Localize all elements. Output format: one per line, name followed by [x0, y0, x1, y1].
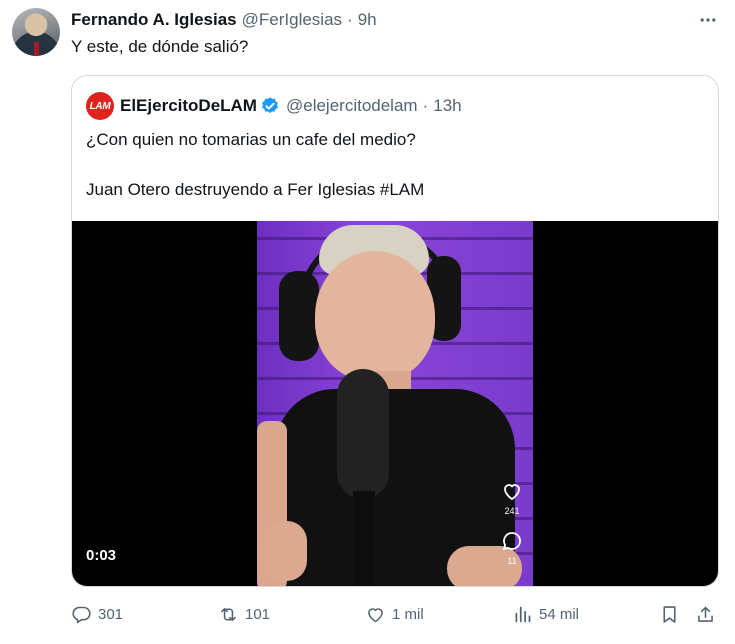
tweet[interactable]: Fernando A. Iglesias @FerIglesias · 9h Y…	[0, 0, 735, 644]
more-options-button[interactable]	[695, 8, 721, 32]
tweet-actions: 301 101 1 mil 54 mil	[71, 600, 721, 628]
quoted-tweet-header: LAM ElEjercitoDeLAM @elejercitodelam · 1…	[86, 92, 462, 120]
tweet-text: Y este, de dónde salió?	[71, 37, 249, 56]
repost-count: 101	[245, 605, 271, 623]
video-elapsed-time: 0:03	[86, 547, 117, 564]
more-icon	[700, 18, 716, 22]
views-button[interactable]: 54 mil	[512, 600, 579, 628]
author-name[interactable]: Fernando A. Iglesias	[71, 10, 237, 30]
quoted-tweet-text-line2: Juan Otero destruyendo a Fer Iglesias #L…	[86, 180, 425, 199]
like-count: 1 mil	[392, 605, 424, 623]
video-like-count: 241	[504, 506, 520, 516]
verified-badge-icon	[262, 97, 278, 114]
bookmark-button[interactable]	[659, 600, 680, 628]
repost-icon	[221, 607, 236, 621]
video-player[interactable]: 241 11 0:03	[72, 221, 718, 586]
tweet-time[interactable]: 9h	[358, 10, 377, 30]
video-frame: 241 11	[257, 221, 533, 586]
views-icon	[515, 606, 531, 622]
like-icon	[368, 607, 383, 622]
like-button[interactable]: 1 mil	[365, 600, 424, 628]
reply-button[interactable]: 301	[71, 600, 123, 628]
author-handle[interactable]: @FerIglesias	[242, 10, 342, 30]
separator: ·	[347, 10, 353, 29]
views-count: 54 mil	[539, 605, 580, 623]
quoted-author-avatar[interactable]: LAM	[86, 92, 114, 120]
share-icon	[698, 606, 713, 622]
video-comment-count: 11	[507, 556, 517, 566]
bookmark-icon	[663, 605, 676, 623]
quoted-tweet-text-line1: ¿Con quien no tomarias un cafe del medio…	[86, 130, 416, 149]
separator: ·	[422, 96, 429, 115]
heart-icon	[504, 484, 520, 501]
share-button[interactable]	[695, 600, 716, 628]
reply-icon	[72, 606, 91, 623]
quoted-author-handle[interactable]: @elejercitodelam	[286, 96, 418, 116]
tweet-header: Fernando A. Iglesias @FerIglesias · 9h	[71, 9, 377, 31]
quoted-author-name[interactable]: ElEjercitoDeLAM	[120, 96, 257, 116]
quoted-tweet-time[interactable]: 13h	[433, 96, 461, 116]
comment-icon	[502, 532, 521, 551]
reply-count: 301	[98, 605, 124, 623]
author-avatar[interactable]	[12, 8, 60, 56]
repost-button[interactable]: 101	[218, 600, 270, 628]
quoted-tweet[interactable]: LAM ElEjercitoDeLAM @elejercitodelam · 1…	[71, 75, 719, 587]
